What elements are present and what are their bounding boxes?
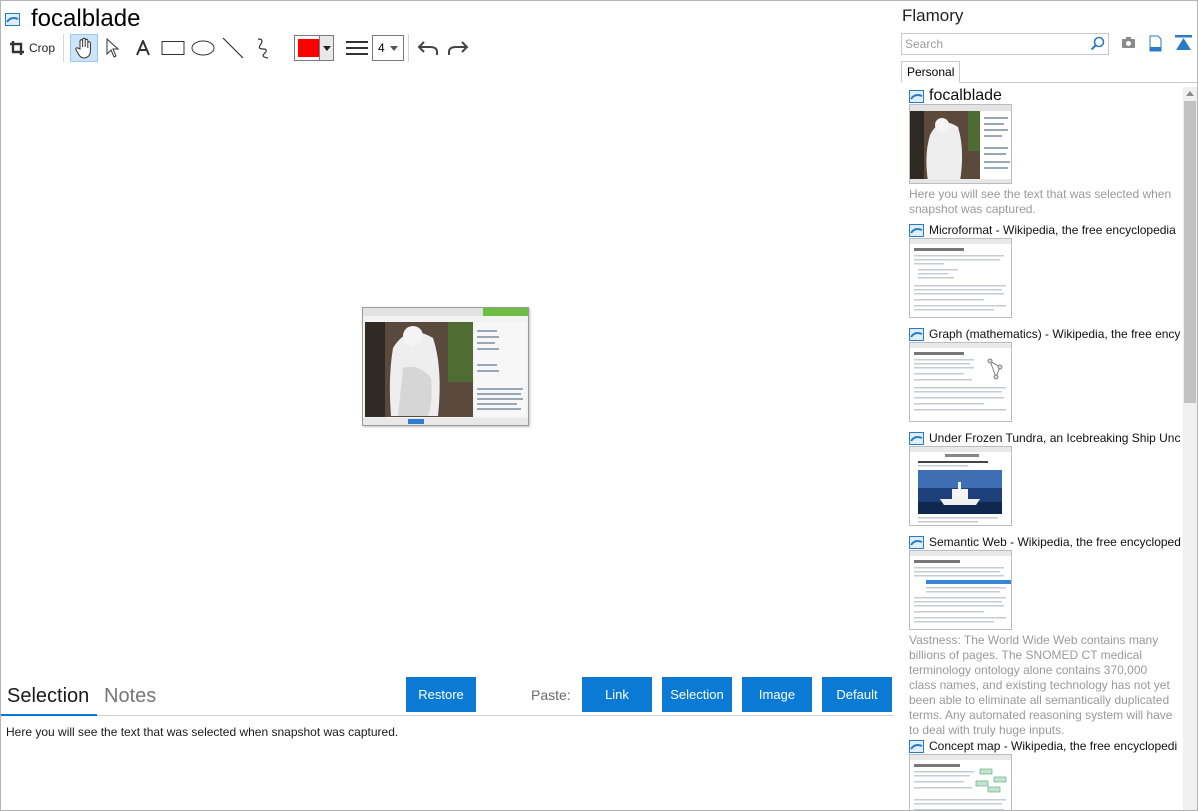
list-item-thumbnail bbox=[909, 238, 1012, 318]
scrollbar-thumb[interactable] bbox=[1184, 101, 1196, 403]
hand-icon bbox=[75, 37, 91, 59]
color-swatch bbox=[298, 39, 320, 57]
list-item[interactable]: Microformat - Wikipedia, the free encycl… bbox=[909, 222, 1181, 318]
flamory-item-icon bbox=[909, 89, 924, 103]
freehand-tool-button[interactable] bbox=[248, 34, 278, 62]
line-icon bbox=[222, 37, 244, 59]
list-item-title: Under Frozen Tundra, an Icebreaking Ship… bbox=[929, 431, 1181, 445]
restore-button[interactable]: Restore bbox=[406, 677, 476, 712]
list-item[interactable]: Concept map - Wikipedia, the free encycl… bbox=[909, 738, 1181, 810]
hand-tool-button[interactable] bbox=[70, 34, 98, 62]
move-to-top-icon[interactable] bbox=[1175, 35, 1192, 51]
crop-label: Crop bbox=[28, 41, 55, 55]
line-width-select[interactable]: 4 bbox=[372, 35, 404, 61]
list-item-note: Here you will see the text that was sele… bbox=[909, 187, 1172, 216]
selection-text: Here you will see the text that was sele… bbox=[6, 725, 399, 739]
ellipse-tool-button[interactable] bbox=[188, 34, 218, 62]
paste-label: Paste: bbox=[531, 687, 571, 703]
rectangle-icon bbox=[161, 41, 185, 55]
rectangle-tool-button[interactable] bbox=[158, 34, 188, 62]
flamory-item-icon bbox=[909, 327, 924, 341]
text-tool-button[interactable] bbox=[128, 34, 158, 62]
list-item-thumbnail bbox=[909, 104, 1012, 184]
paste-default-button[interactable]: Default bbox=[822, 677, 892, 712]
color-picker[interactable] bbox=[294, 35, 334, 61]
app-window: focalblade Crop 4 Selection Notes Restor… bbox=[0, 0, 1198, 811]
list-item-thumbnail bbox=[909, 754, 1012, 810]
search-input[interactable] bbox=[902, 34, 1082, 54]
list-item-title: Graph (mathematics) - Wikipedia, the fre… bbox=[929, 327, 1181, 341]
bottom-bar: Selection Notes Restore Paste: Link Sele… bbox=[1, 677, 894, 716]
flamory-item-icon bbox=[909, 535, 924, 549]
paste-selection-button[interactable]: Selection bbox=[662, 677, 732, 712]
snapshot-list: focalblade Here you will see the text th… bbox=[896, 87, 1183, 810]
list-item-thumbnail bbox=[909, 446, 1012, 526]
panel-title: Flamory bbox=[902, 6, 964, 25]
redo-icon bbox=[448, 41, 469, 55]
list-item-header: Concept map - Wikipedia, the free encycl… bbox=[909, 738, 1181, 754]
chevron-down-icon bbox=[389, 45, 398, 51]
paste-image-button[interactable]: Image bbox=[742, 677, 812, 712]
list-item-title: focalblade bbox=[929, 88, 1002, 104]
crop-icon bbox=[9, 41, 24, 55]
search-box bbox=[901, 33, 1109, 55]
flamory-item-icon bbox=[909, 739, 924, 753]
camera-icon[interactable] bbox=[1121, 35, 1136, 50]
chevron-down-icon bbox=[322, 45, 331, 51]
freehand-icon bbox=[257, 38, 269, 59]
page-title: focalblade bbox=[31, 5, 141, 32]
title-bar: focalblade bbox=[5, 5, 140, 33]
crop-button[interactable]: Crop bbox=[5, 34, 59, 62]
redo-button[interactable] bbox=[443, 34, 473, 62]
list-item-title: Concept map - Wikipedia, the free encycl… bbox=[929, 739, 1178, 753]
color-dropdown-arrow[interactable] bbox=[319, 36, 333, 60]
snapshot-canvas[interactable] bbox=[1, 65, 896, 677]
toolbar-divider bbox=[63, 34, 64, 62]
annotation-toolbar: Crop 4 bbox=[5, 33, 473, 63]
line-style-button[interactable] bbox=[342, 34, 372, 62]
tab-personal[interactable]: Personal bbox=[901, 61, 960, 83]
line-width-value: 4 bbox=[378, 41, 385, 55]
toolbar-divider bbox=[408, 34, 409, 62]
panel-scrollbar[interactable] bbox=[1183, 87, 1197, 810]
snapshot-image bbox=[362, 307, 529, 426]
undo-button[interactable] bbox=[413, 34, 443, 62]
undo-icon bbox=[417, 41, 438, 55]
list-item-header: Graph (mathematics) - Wikipedia, the fre… bbox=[909, 326, 1181, 342]
list-item-title: Microformat - Wikipedia, the free encycl… bbox=[929, 223, 1176, 237]
list-item[interactable]: Under Frozen Tundra, an Icebreaking Ship… bbox=[909, 430, 1181, 526]
scroll-up-arrow-icon[interactable] bbox=[1186, 91, 1194, 96]
list-item-header: Semantic Web - Wikipedia, the free encyc… bbox=[909, 534, 1181, 550]
line-tool-button[interactable] bbox=[218, 34, 248, 62]
flamory-item-icon bbox=[909, 431, 924, 445]
active-tab-indicator bbox=[1, 714, 97, 716]
list-item[interactable]: Graph (mathematics) - Wikipedia, the fre… bbox=[909, 326, 1181, 422]
list-item[interactable]: focalblade Here you will see the text th… bbox=[909, 88, 1181, 217]
flamory-item-icon bbox=[909, 223, 924, 237]
list-item-title: Semantic Web - Wikipedia, the free encyc… bbox=[929, 535, 1181, 549]
list-item-thumbnail bbox=[909, 550, 1012, 630]
flamory-panel: Flamory Personal bbox=[896, 1, 1197, 810]
list-item-header: Microformat - Wikipedia, the free encycl… bbox=[909, 222, 1181, 238]
list-item-note: Vastness: The World Wide Web contains ma… bbox=[909, 633, 1173, 737]
list-item[interactable]: Semantic Web - Wikipedia, the free encyc… bbox=[909, 534, 1181, 738]
flamory-app-icon bbox=[5, 12, 20, 26]
pointer-arrow-icon bbox=[106, 38, 120, 58]
ellipse-icon bbox=[191, 40, 215, 56]
pointer-tool-button[interactable] bbox=[98, 34, 128, 62]
page-icon[interactable] bbox=[1149, 35, 1162, 52]
list-item-thumbnail bbox=[909, 342, 1012, 422]
list-item-header: focalblade bbox=[909, 88, 1181, 104]
paste-link-button[interactable]: Link bbox=[582, 677, 652, 712]
editor-pane: focalblade Crop 4 Selection Notes Restor… bbox=[1, 1, 896, 810]
tab-notes[interactable]: Notes bbox=[104, 685, 156, 708]
line-weight-icon bbox=[346, 41, 368, 55]
search-icon[interactable] bbox=[1090, 36, 1105, 51]
tab-selection[interactable]: Selection bbox=[7, 685, 89, 708]
text-icon bbox=[136, 40, 150, 56]
list-item-header: Under Frozen Tundra, an Icebreaking Ship… bbox=[909, 430, 1181, 446]
